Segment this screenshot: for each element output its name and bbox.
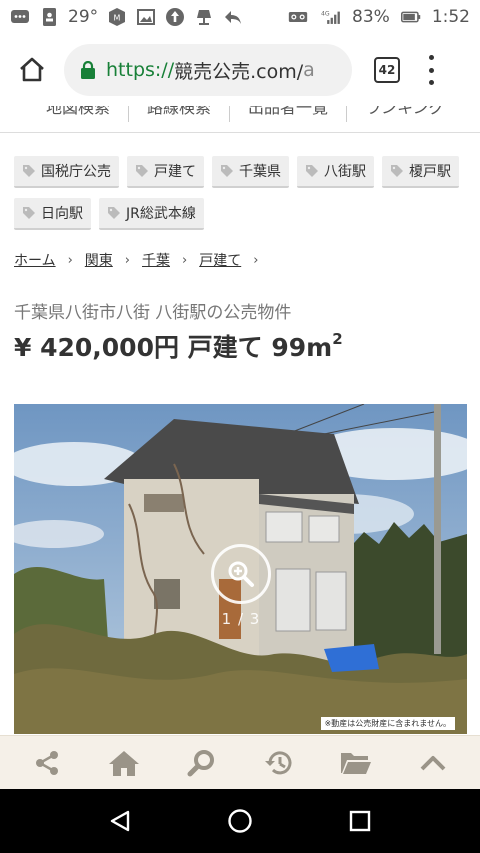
history-button[interactable] <box>259 743 299 783</box>
menu-dot <box>428 55 434 60</box>
tag-icon <box>391 165 403 177</box>
breadcrumb-separator: › <box>182 252 188 268</box>
recents-square-icon <box>349 810 371 832</box>
area-unit-superscript: 2 <box>332 330 343 348</box>
url-scheme: https:// <box>106 59 175 81</box>
tag-icon <box>23 165 35 177</box>
share-button[interactable] <box>27 743 67 783</box>
folder-button[interactable] <box>336 743 376 783</box>
tag-label: 榎戸駅 <box>409 164 451 180</box>
battery-percent: 83% <box>352 7 390 27</box>
chat-icon <box>10 7 30 27</box>
photo-caption: ※動産は公売財産に含まれません。 <box>320 717 455 730</box>
subnav-route-search[interactable]: 路線検索 <box>129 106 231 122</box>
app-icon: M <box>107 7 127 27</box>
property-photo[interactable]: 1 / 3 ※動産は公売財産に含まれません。 <box>14 404 467 734</box>
home-button[interactable] <box>104 743 144 783</box>
photo-counter: 1 / 3 <box>221 610 261 628</box>
tag-label: 日向駅 <box>41 206 83 222</box>
search-icon <box>187 749 215 776</box>
breadcrumb-kanto[interactable]: 関東 <box>85 250 113 270</box>
lock-icon <box>81 61 95 79</box>
breadcrumb-detached-house[interactable]: 戸建て <box>199 250 241 270</box>
tab-switcher-button[interactable]: 42 <box>374 57 400 83</box>
home-circle-icon <box>228 809 252 833</box>
status-bar-right: 4G 83% 1:52 <box>286 7 470 27</box>
home-icon <box>108 750 139 776</box>
listing-subtitle: 千葉県八街市八街 八街駅の公売物件 <box>14 303 292 323</box>
nav-back-button[interactable] <box>100 801 140 841</box>
tag[interactable]: 千葉県 <box>212 156 289 188</box>
tag-icon <box>306 165 318 177</box>
history-icon <box>264 750 292 774</box>
folder-icon <box>340 752 371 774</box>
breadcrumb-separator: › <box>253 252 259 268</box>
listing-title: ¥ 420,000円 戸建て 99m2 <box>14 328 343 364</box>
tag-label: 八街駅 <box>324 164 366 180</box>
clock-time: 1:52 <box>431 7 470 27</box>
battery-icon <box>398 7 424 27</box>
signal-icon: 4G <box>318 7 344 27</box>
svg-text:M: M <box>114 14 121 23</box>
breadcrumb: ホーム › 関東 › 千葉 › 戸建て › <box>14 250 270 270</box>
upload-icon <box>165 7 185 27</box>
home-outline-icon <box>20 57 44 82</box>
reply-icon <box>223 7 243 27</box>
subnav-sellers[interactable]: 出品者一覧 <box>230 106 348 122</box>
signal-label: 4G <box>321 10 330 17</box>
listing-price: ¥ 420,000円 戸建て 99m <box>14 333 333 362</box>
scroll-top-icon <box>420 755 446 770</box>
zoom-button[interactable] <box>211 544 271 604</box>
contact-icon <box>39 7 59 27</box>
breadcrumb-chiba[interactable]: 千葉 <box>142 250 170 270</box>
tag-label: 千葉県 <box>239 164 281 180</box>
subnav-ranking[interactable]: ランキング <box>347 106 463 122</box>
temperature-label: 29° <box>68 7 99 27</box>
back-triangle-icon <box>110 810 130 832</box>
tag[interactable]: JR総武本線 <box>99 198 204 230</box>
android-nav-bar <box>0 789 480 853</box>
tag-icon <box>23 207 35 219</box>
scroll-top-button[interactable] <box>413 743 453 783</box>
tag[interactable]: 国税庁公売 <box>14 156 119 188</box>
breadcrumb-separator: › <box>124 252 130 268</box>
lamp-icon <box>194 7 214 27</box>
menu-dot <box>428 80 434 85</box>
tag-label: 戸建て <box>154 164 196 180</box>
address-bar[interactable]: https:// 競売公売.com/ a <box>64 44 352 96</box>
tag-label: 国税庁公売 <box>41 164 111 180</box>
breadcrumb-home[interactable]: ホーム <box>14 250 56 270</box>
nav-recents-button[interactable] <box>340 801 380 841</box>
tag-icon <box>108 207 120 219</box>
tag[interactable]: 戸建て <box>127 156 204 188</box>
tab-count-label: 42 <box>378 63 396 77</box>
tag-icon <box>221 165 233 177</box>
voicemail-icon <box>286 7 310 27</box>
status-bar: 29° M 4G 83% 1:52 <box>0 0 480 34</box>
url-host: 競売公売.com/ <box>174 60 304 83</box>
bottom-toolbar <box>0 735 480 789</box>
tag-label: JR総武本線 <box>126 206 196 222</box>
browser-menu-button[interactable] <box>426 55 436 85</box>
status-bar-left: 29° M <box>10 7 243 27</box>
sub-navigation: 地図検索 路線検索 出品者一覧 ランキング <box>0 106 480 133</box>
nav-home-button[interactable] <box>220 801 260 841</box>
tag-list: 国税庁公売 戸建て 千葉県 八街駅 榎戸駅 日向駅 JR総武本線 <box>14 156 474 230</box>
tag-icon <box>136 165 148 177</box>
breadcrumb-separator: › <box>67 252 73 268</box>
browser-home-button[interactable] <box>10 48 54 92</box>
zoom-in-icon <box>228 561 254 587</box>
browser-toolbar: https:// 競売公売.com/ a 42 <box>0 34 480 106</box>
share-icon <box>35 750 58 775</box>
tag[interactable]: 八街駅 <box>297 156 374 188</box>
tag[interactable]: 榎戸駅 <box>382 156 459 188</box>
subnav-map-search[interactable]: 地図検索 <box>0 106 130 122</box>
menu-dot <box>428 67 434 73</box>
image-icon <box>136 7 156 27</box>
tag[interactable]: 日向駅 <box>14 198 91 230</box>
url-path: a <box>303 59 315 81</box>
search-button[interactable] <box>181 743 221 783</box>
